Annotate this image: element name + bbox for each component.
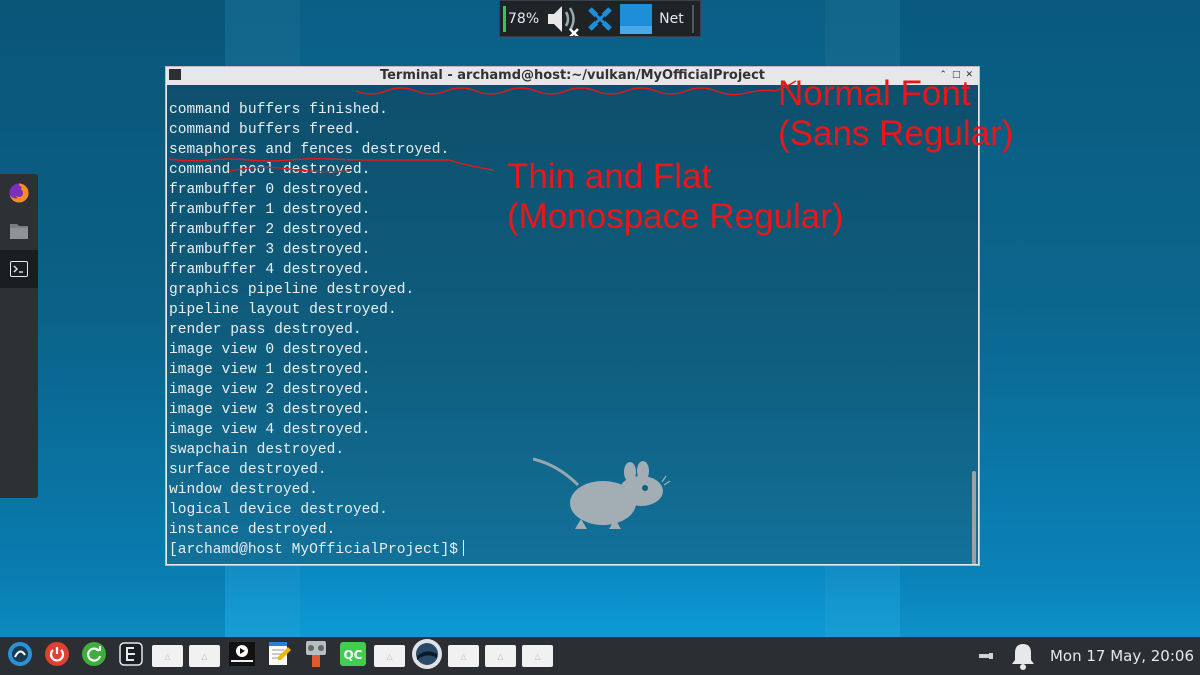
terminal-line: frambuffer 0 destroyed. bbox=[169, 182, 371, 198]
firefox-icon bbox=[9, 183, 29, 203]
taskbar-launcher-media-player[interactable] bbox=[223, 637, 260, 675]
bottom-taskbar: △ △ QC △ △ △ △ Mon 17 May, 20:06 bbox=[0, 637, 1200, 675]
dock-item-terminal[interactable] bbox=[0, 250, 38, 288]
placeholder-icon: △ bbox=[485, 645, 516, 667]
terminal-line: frambuffer 4 destroyed. bbox=[169, 262, 371, 278]
text-editor-icon bbox=[266, 641, 292, 671]
terminal-line: graphics pipeline destroyed. bbox=[169, 282, 415, 298]
left-dock bbox=[0, 174, 38, 498]
volume-muted-icon[interactable] bbox=[545, 2, 581, 36]
clock[interactable]: Mon 17 May, 20:06 bbox=[1042, 647, 1200, 665]
xfce-menu-icon bbox=[7, 641, 33, 671]
placeholder-icon: △ bbox=[522, 645, 553, 667]
terminal-line: command buffers freed. bbox=[169, 122, 362, 138]
taskbar-launcher-exit[interactable] bbox=[112, 637, 149, 675]
taskbar-launcher-placeholder[interactable]: △ bbox=[482, 637, 519, 675]
terminal-line: semaphores and fences destroyed. bbox=[169, 142, 450, 158]
notification-bell-icon[interactable] bbox=[1005, 637, 1042, 675]
terminal-line: logical device destroyed. bbox=[169, 502, 388, 518]
terminal-line: command pool destroyed. bbox=[169, 162, 371, 178]
taskbar-launcher-power[interactable] bbox=[38, 637, 75, 675]
terminal-cursor bbox=[463, 540, 465, 556]
taskbar-launcher-refresh[interactable] bbox=[75, 637, 112, 675]
taskbar-launcher-placeholder[interactable]: △ bbox=[519, 637, 556, 675]
placeholder-icon: △ bbox=[374, 645, 405, 667]
taskbar-launchers: △ △ QC △ △ △ △ bbox=[0, 637, 556, 675]
battery-percent: 78% bbox=[508, 10, 540, 27]
top-panel: 78% Net bbox=[499, 0, 701, 37]
terminal-line: image view 3 destroyed. bbox=[169, 402, 371, 418]
obs-icon bbox=[411, 638, 443, 674]
xfce-mouse-logo bbox=[533, 457, 671, 529]
terminal-line: frambuffer 1 destroyed. bbox=[169, 202, 371, 218]
terminal-line: render pass destroyed. bbox=[169, 322, 362, 338]
terminal-output: command buffers finished. command buffers… bbox=[169, 100, 465, 560]
terminal-line: command buffers finished. bbox=[169, 102, 388, 118]
battery-level-bar bbox=[503, 5, 506, 32]
dock-item-files[interactable] bbox=[0, 212, 38, 250]
battery-indicator[interactable]: 78% bbox=[503, 5, 540, 32]
taskbar-launcher-text-editor[interactable] bbox=[260, 637, 297, 675]
taskbar-launcher-placeholder[interactable]: △ bbox=[149, 637, 186, 675]
folder-icon bbox=[10, 224, 28, 239]
svg-text:QC: QC bbox=[343, 648, 362, 662]
terminal-icon bbox=[10, 261, 28, 277]
terminal-line: pipeline layout destroyed. bbox=[169, 302, 397, 318]
taskbar-launcher-xfce-menu[interactable] bbox=[1, 637, 38, 675]
terminal-line: surface destroyed. bbox=[169, 462, 327, 478]
terminal-line: swapchain destroyed. bbox=[169, 442, 345, 458]
qt-creator-icon: QC bbox=[339, 641, 367, 671]
net-label[interactable]: Net bbox=[659, 11, 684, 27]
usb-device-icon[interactable] bbox=[968, 637, 1005, 675]
terminal-line: instance destroyed. bbox=[169, 522, 336, 538]
terminal-line: image view 0 destroyed. bbox=[169, 342, 371, 358]
terminal-prompt-line[interactable]: [archamd@host MyOfficialProject]$ bbox=[169, 540, 465, 560]
network-disconnected-icon[interactable] bbox=[587, 6, 613, 32]
terminal-prompt: [archamd@host MyOfficialProject]$ bbox=[169, 542, 459, 558]
placeholder-icon: △ bbox=[189, 645, 220, 667]
dock-item-firefox[interactable] bbox=[0, 174, 38, 212]
taskbar-launcher-qt-creator[interactable]: QC bbox=[334, 637, 371, 675]
terminal-scrollbar[interactable] bbox=[972, 471, 976, 564]
taskbar-launcher-placeholder[interactable]: △ bbox=[186, 637, 223, 675]
terminal-line: frambuffer 2 destroyed. bbox=[169, 222, 371, 238]
taskbar-launcher-network-tool[interactable] bbox=[297, 637, 334, 675]
placeholder-icon: △ bbox=[448, 645, 479, 667]
media-player-icon bbox=[228, 641, 256, 671]
annotation-normal-font: Normal Font (Sans Regular) bbox=[778, 74, 1014, 153]
terminal-line: frambuffer 3 destroyed. bbox=[169, 242, 371, 258]
taskbar-launcher-placeholder[interactable]: △ bbox=[445, 637, 482, 675]
terminal-line: image view 2 destroyed. bbox=[169, 382, 371, 398]
terminal-line: image view 1 destroyed. bbox=[169, 362, 371, 378]
power-icon bbox=[44, 641, 70, 671]
terminal-line: image view 4 destroyed. bbox=[169, 422, 371, 438]
network-tool-icon bbox=[302, 639, 330, 673]
terminal-line: window destroyed. bbox=[169, 482, 318, 498]
refresh-icon bbox=[81, 641, 107, 671]
annotation-thin-font: Thin and Flat (Monospace Regular) bbox=[507, 157, 844, 236]
display-icon[interactable] bbox=[619, 3, 653, 35]
exit-icon bbox=[118, 641, 144, 671]
panel-handle[interactable] bbox=[691, 4, 694, 33]
placeholder-icon: △ bbox=[152, 645, 183, 667]
taskbar-launcher-obs[interactable] bbox=[408, 637, 445, 675]
taskbar-launcher-placeholder[interactable]: △ bbox=[371, 637, 408, 675]
system-tray: Mon 17 May, 20:06 bbox=[968, 637, 1200, 675]
